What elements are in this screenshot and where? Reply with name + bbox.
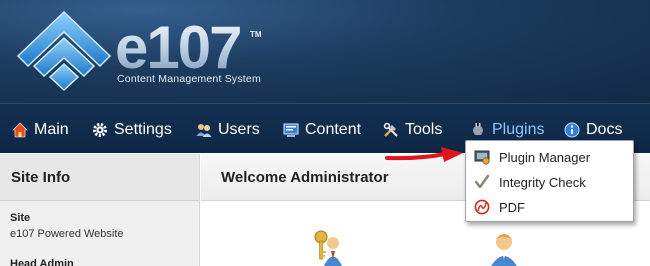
- logo-trademark: TM: [250, 30, 262, 39]
- nav-content[interactable]: Content: [283, 121, 361, 139]
- user-avatar-icon[interactable]: [488, 229, 520, 266]
- nav-settings-label: Settings: [114, 121, 172, 138]
- plugins-dropdown-menu: Plugin Manager Integrity Check PDF: [465, 140, 634, 222]
- nav-content-label: Content: [305, 121, 362, 138]
- nav-main[interactable]: Main: [12, 121, 69, 139]
- menu-item-pdf[interactable]: PDF: [466, 195, 633, 219]
- nav-docs[interactable]: Docs: [564, 121, 622, 139]
- pdf-icon: [474, 199, 490, 215]
- menu-item-pdf-label: PDF: [499, 199, 525, 215]
- site-value: e107 Powered Website: [10, 228, 124, 240]
- nav-plugins-label: Plugins: [492, 121, 545, 138]
- gear-icon: [93, 123, 107, 137]
- content-icon: [283, 123, 299, 137]
- nav-users-label: Users: [218, 121, 260, 138]
- nav-docs-label: Docs: [586, 121, 623, 138]
- checkmark-icon: [474, 174, 490, 189]
- plugin-icon: [473, 123, 483, 135]
- red-arrow-icon: [385, 147, 463, 162]
- nav-users[interactable]: Users: [196, 121, 260, 139]
- site-info-title: Site Info: [0, 154, 199, 201]
- logo-text: e107: [115, 14, 242, 81]
- site-header: e107 TM Content Management System: [0, 0, 650, 103]
- house-icon: [12, 122, 28, 138]
- menu-item-plugin-manager-label: Plugin Manager: [499, 149, 591, 165]
- plugin-manager-icon: [474, 150, 490, 165]
- head-admin-label: Head Admin: [10, 258, 74, 266]
- nav-tools-label: Tools: [405, 121, 443, 138]
- site-label: Site: [10, 212, 31, 224]
- nav-main-label: Main: [34, 121, 69, 138]
- info-icon: [564, 122, 580, 138]
- site-info-panel: Site Info Site e107 Powered Website Head…: [0, 154, 200, 266]
- tools-icon: [383, 122, 398, 137]
- menu-item-plugin-manager[interactable]: Plugin Manager: [466, 145, 633, 169]
- nav-plugins[interactable]: Plugins: [470, 121, 544, 139]
- logo-tagline: Content Management System: [117, 73, 261, 85]
- nav-tools[interactable]: Tools: [383, 121, 442, 139]
- e107-logo-icon: [16, 10, 112, 92]
- menu-item-integrity-check[interactable]: Integrity Check: [466, 170, 633, 194]
- users-icon: [196, 124, 212, 137]
- admin-key-icon[interactable]: [311, 229, 343, 266]
- menu-item-integrity-check-label: Integrity Check: [499, 174, 586, 190]
- nav-settings[interactable]: Settings: [92, 121, 172, 139]
